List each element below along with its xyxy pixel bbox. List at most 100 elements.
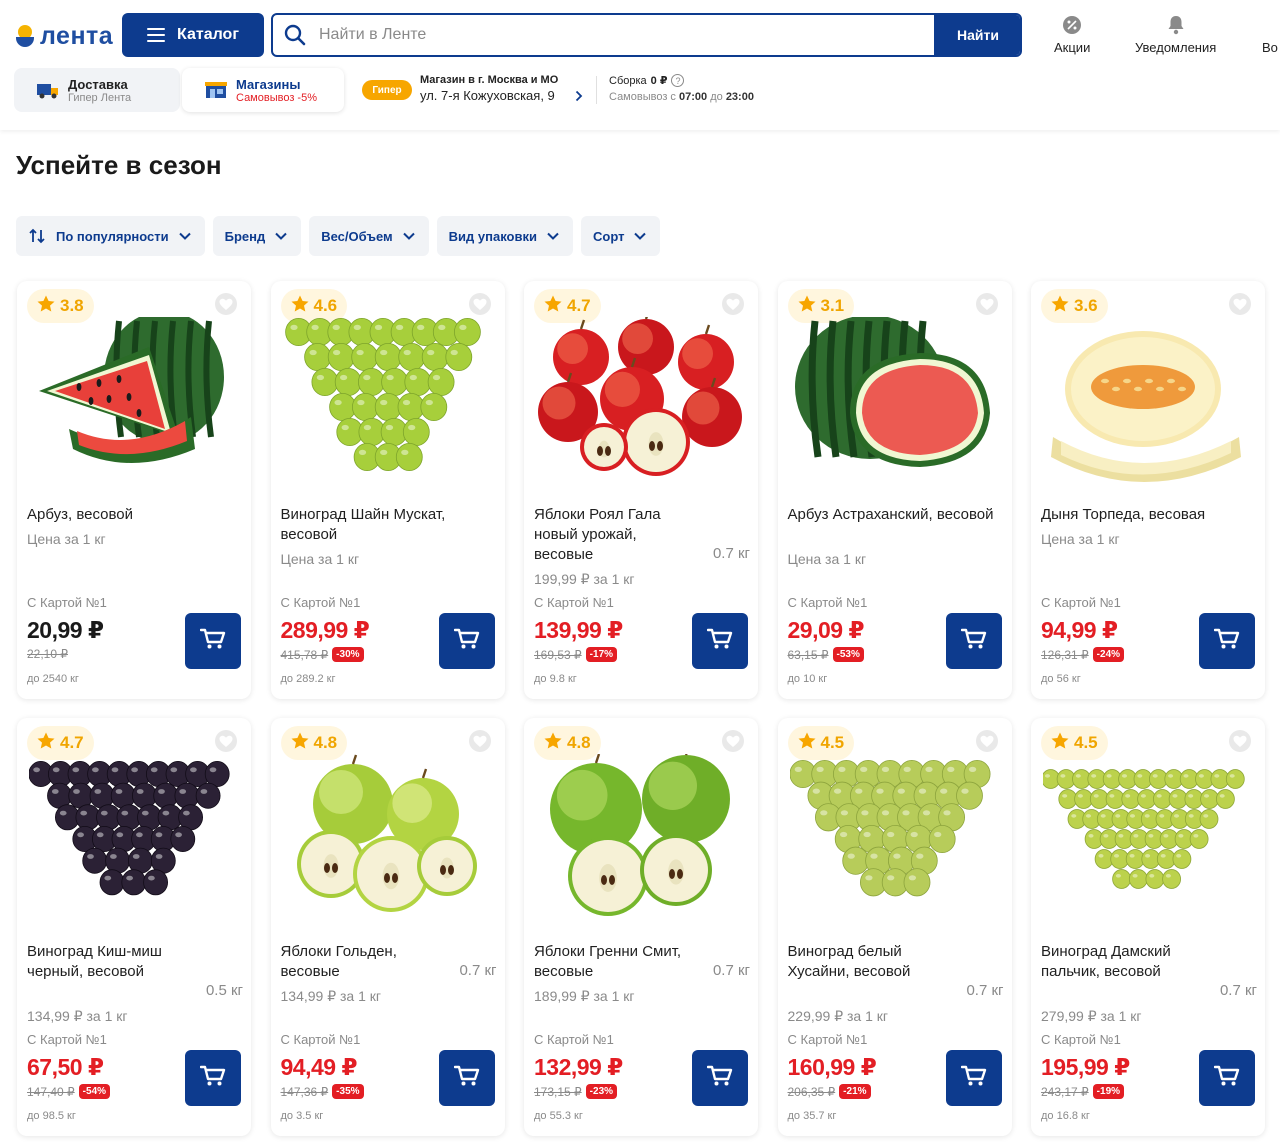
- loyalty-card-label: С Картой №1: [1041, 595, 1121, 610]
- unit-price: Цена за 1 кг: [1041, 531, 1120, 547]
- product-card[interactable]: 4.5 Виноград белый Хусайни, весовой 0.7 …: [777, 718, 1012, 1136]
- favorite-heart-icon[interactable]: [1229, 730, 1251, 752]
- search-button[interactable]: Найти: [934, 15, 1020, 55]
- tab-delivery[interactable]: Доставка Гипер Лента: [14, 68, 180, 112]
- add-to-cart-button[interactable]: [945, 1050, 1002, 1106]
- filter-label: Вес/Объем: [321, 228, 393, 244]
- product-image[interactable]: [29, 754, 239, 922]
- cart-icon: [706, 1065, 733, 1092]
- product-image[interactable]: [283, 317, 493, 485]
- product-card[interactable]: 4.5 Виноград Дамский пальчик, весовой 0.…: [1031, 718, 1265, 1136]
- product-name[interactable]: Яблоки Роял Гала новый урожай, весовые: [534, 505, 694, 565]
- loyalty-card-label: С Картой №1: [1041, 1032, 1121, 1047]
- chevron-down-icon: [634, 232, 647, 240]
- catalog-label: Каталог: [177, 26, 239, 43]
- favorite-heart-icon[interactable]: [468, 730, 491, 752]
- stock-limit: до 10 кг: [787, 673, 828, 685]
- product-name[interactable]: Дыня Торпеда, весовая: [1041, 505, 1253, 525]
- search-input[interactable]: [317, 15, 934, 55]
- delivery-truck-icon: [37, 84, 58, 99]
- weight-filter[interactable]: Вес/Объем: [309, 216, 429, 256]
- notifications-link[interactable]: Уведомления: [1135, 14, 1216, 55]
- old-price-row: 173,15 ₽ -23%: [534, 1084, 618, 1099]
- catalog-button[interactable]: Каталог: [122, 13, 264, 57]
- old-price-row: 169,53 ₽ -17%: [534, 647, 618, 662]
- star-icon: [544, 295, 562, 317]
- favorite-heart-icon[interactable]: [468, 293, 491, 315]
- favorite-heart-icon[interactable]: [975, 730, 998, 752]
- package-filter[interactable]: Вид упаковки: [436, 216, 573, 256]
- cart-icon: [960, 1065, 987, 1092]
- old-price-row: 206,35 ₽ -21%: [788, 1084, 871, 1099]
- tab-stores[interactable]: Магазины Самовывоз -5%: [182, 68, 344, 112]
- favorite-heart-icon[interactable]: [215, 293, 237, 315]
- variety-filter[interactable]: Сорт: [580, 216, 661, 256]
- add-to-cart-button[interactable]: [945, 613, 1002, 669]
- add-to-cart-button[interactable]: [185, 1050, 241, 1106]
- product-image[interactable]: [536, 317, 746, 485]
- product-card[interactable]: 4.6 Виноград Шайн Мускат, весовой Цена з…: [270, 281, 505, 699]
- stock-limit: до 9.8 кг: [534, 673, 577, 685]
- add-to-cart-button[interactable]: [185, 613, 241, 669]
- product-image[interactable]: [1043, 754, 1253, 922]
- add-to-cart-button[interactable]: [1199, 613, 1255, 669]
- filter-label: Бренд: [224, 228, 266, 244]
- favorite-heart-icon[interactable]: [722, 293, 744, 315]
- favorite-heart-icon[interactable]: [722, 730, 744, 752]
- product-price: 289,99 ₽: [280, 617, 370, 643]
- add-to-cart-button[interactable]: [692, 1050, 748, 1106]
- star-icon: [798, 295, 816, 317]
- page-title: Успейте в сезон: [16, 150, 222, 180]
- product-name[interactable]: Арбуз Астраханский, весовой: [788, 505, 1000, 525]
- product-card[interactable]: 3.8 Арбуз, весовой Цена за 1 кг С Картой…: [17, 281, 251, 699]
- old-price: 126,31 ₽: [1041, 647, 1089, 662]
- lenta-logo[interactable]: лента: [14, 22, 113, 51]
- product-card[interactable]: 3.1 Арбуз Астраханский, весовой Цена за …: [777, 281, 1012, 699]
- chevron-right-icon[interactable]: [575, 90, 583, 102]
- product-name[interactable]: Виноград Киш-миш черный, весовой: [27, 942, 187, 982]
- help-icon[interactable]: ?: [671, 74, 685, 87]
- product-card[interactable]: 3.6 Дыня Торпеда, весовая Цена за 1 кг С…: [1031, 281, 1265, 699]
- old-price: 206,35 ₽: [787, 1084, 836, 1099]
- rating-value: 4.7: [567, 296, 591, 315]
- product-name[interactable]: Яблоки Гольден, весовые: [281, 942, 441, 982]
- site-header: лента Каталог Найти Акции Уведомления Во…: [0, 0, 1280, 130]
- product-card[interactable]: 4.7 Яблоки Роял Гала новый урожай, весов…: [524, 281, 758, 699]
- product-name[interactable]: Виноград белый Хусайни, весовой: [788, 942, 948, 982]
- login-link[interactable]: Во: [1262, 14, 1278, 55]
- product-name[interactable]: Виноград Дамский пальчик, весовой: [1041, 942, 1201, 982]
- add-to-cart-button[interactable]: [438, 1050, 495, 1106]
- product-name[interactable]: Арбуз, весовой: [27, 505, 239, 525]
- star-icon: [1051, 732, 1069, 754]
- favorite-heart-icon[interactable]: [215, 730, 237, 752]
- product-image[interactable]: [29, 317, 239, 485]
- sort-filter[interactable]: По популярности: [16, 216, 205, 256]
- product-image[interactable]: [789, 754, 1000, 922]
- product-card[interactable]: 4.8 Яблоки Гренни Смит, весовые 0.7 кг 1…: [524, 718, 758, 1136]
- product-name[interactable]: Виноград Шайн Мускат, весовой: [281, 505, 493, 545]
- filter-label: По популярности: [56, 228, 169, 244]
- add-to-cart-button[interactable]: [692, 613, 748, 669]
- product-card[interactable]: 4.8 Яблоки Гольден, весовые 0.7 кг 134,9…: [270, 718, 505, 1136]
- add-to-cart-button[interactable]: [438, 613, 495, 669]
- store-region: Магазин в г. Москва и МО: [420, 74, 559, 86]
- loyalty-card-label: С Картой №1: [27, 595, 107, 610]
- notifications-label: Уведомления: [1135, 40, 1217, 55]
- old-price-row: 126,31 ₽ -24%: [1041, 647, 1125, 662]
- login-label: Во: [1262, 40, 1278, 55]
- rating-value: 4.8: [313, 733, 338, 752]
- brand-filter[interactable]: Бренд: [212, 216, 302, 256]
- loyalty-card-label: С Картой №1: [534, 595, 614, 610]
- product-image[interactable]: [790, 317, 1000, 485]
- promotions-link[interactable]: Акции: [1054, 14, 1090, 55]
- star-icon: [291, 295, 309, 317]
- favorite-heart-icon[interactable]: [1229, 293, 1251, 315]
- add-to-cart-button[interactable]: [1199, 1050, 1255, 1106]
- store-selector[interactable]: Магазин в г. Москва и МО ул. 7-я Кожухов…: [420, 74, 558, 103]
- product-image[interactable]: [283, 754, 493, 922]
- product-card[interactable]: 4.7 Виноград Киш-миш черный, весовой 0.5…: [17, 718, 251, 1136]
- product-name[interactable]: Яблоки Гренни Смит, весовые: [534, 942, 694, 982]
- product-image[interactable]: [536, 754, 746, 922]
- product-image[interactable]: [1043, 317, 1253, 485]
- favorite-heart-icon[interactable]: [975, 293, 998, 315]
